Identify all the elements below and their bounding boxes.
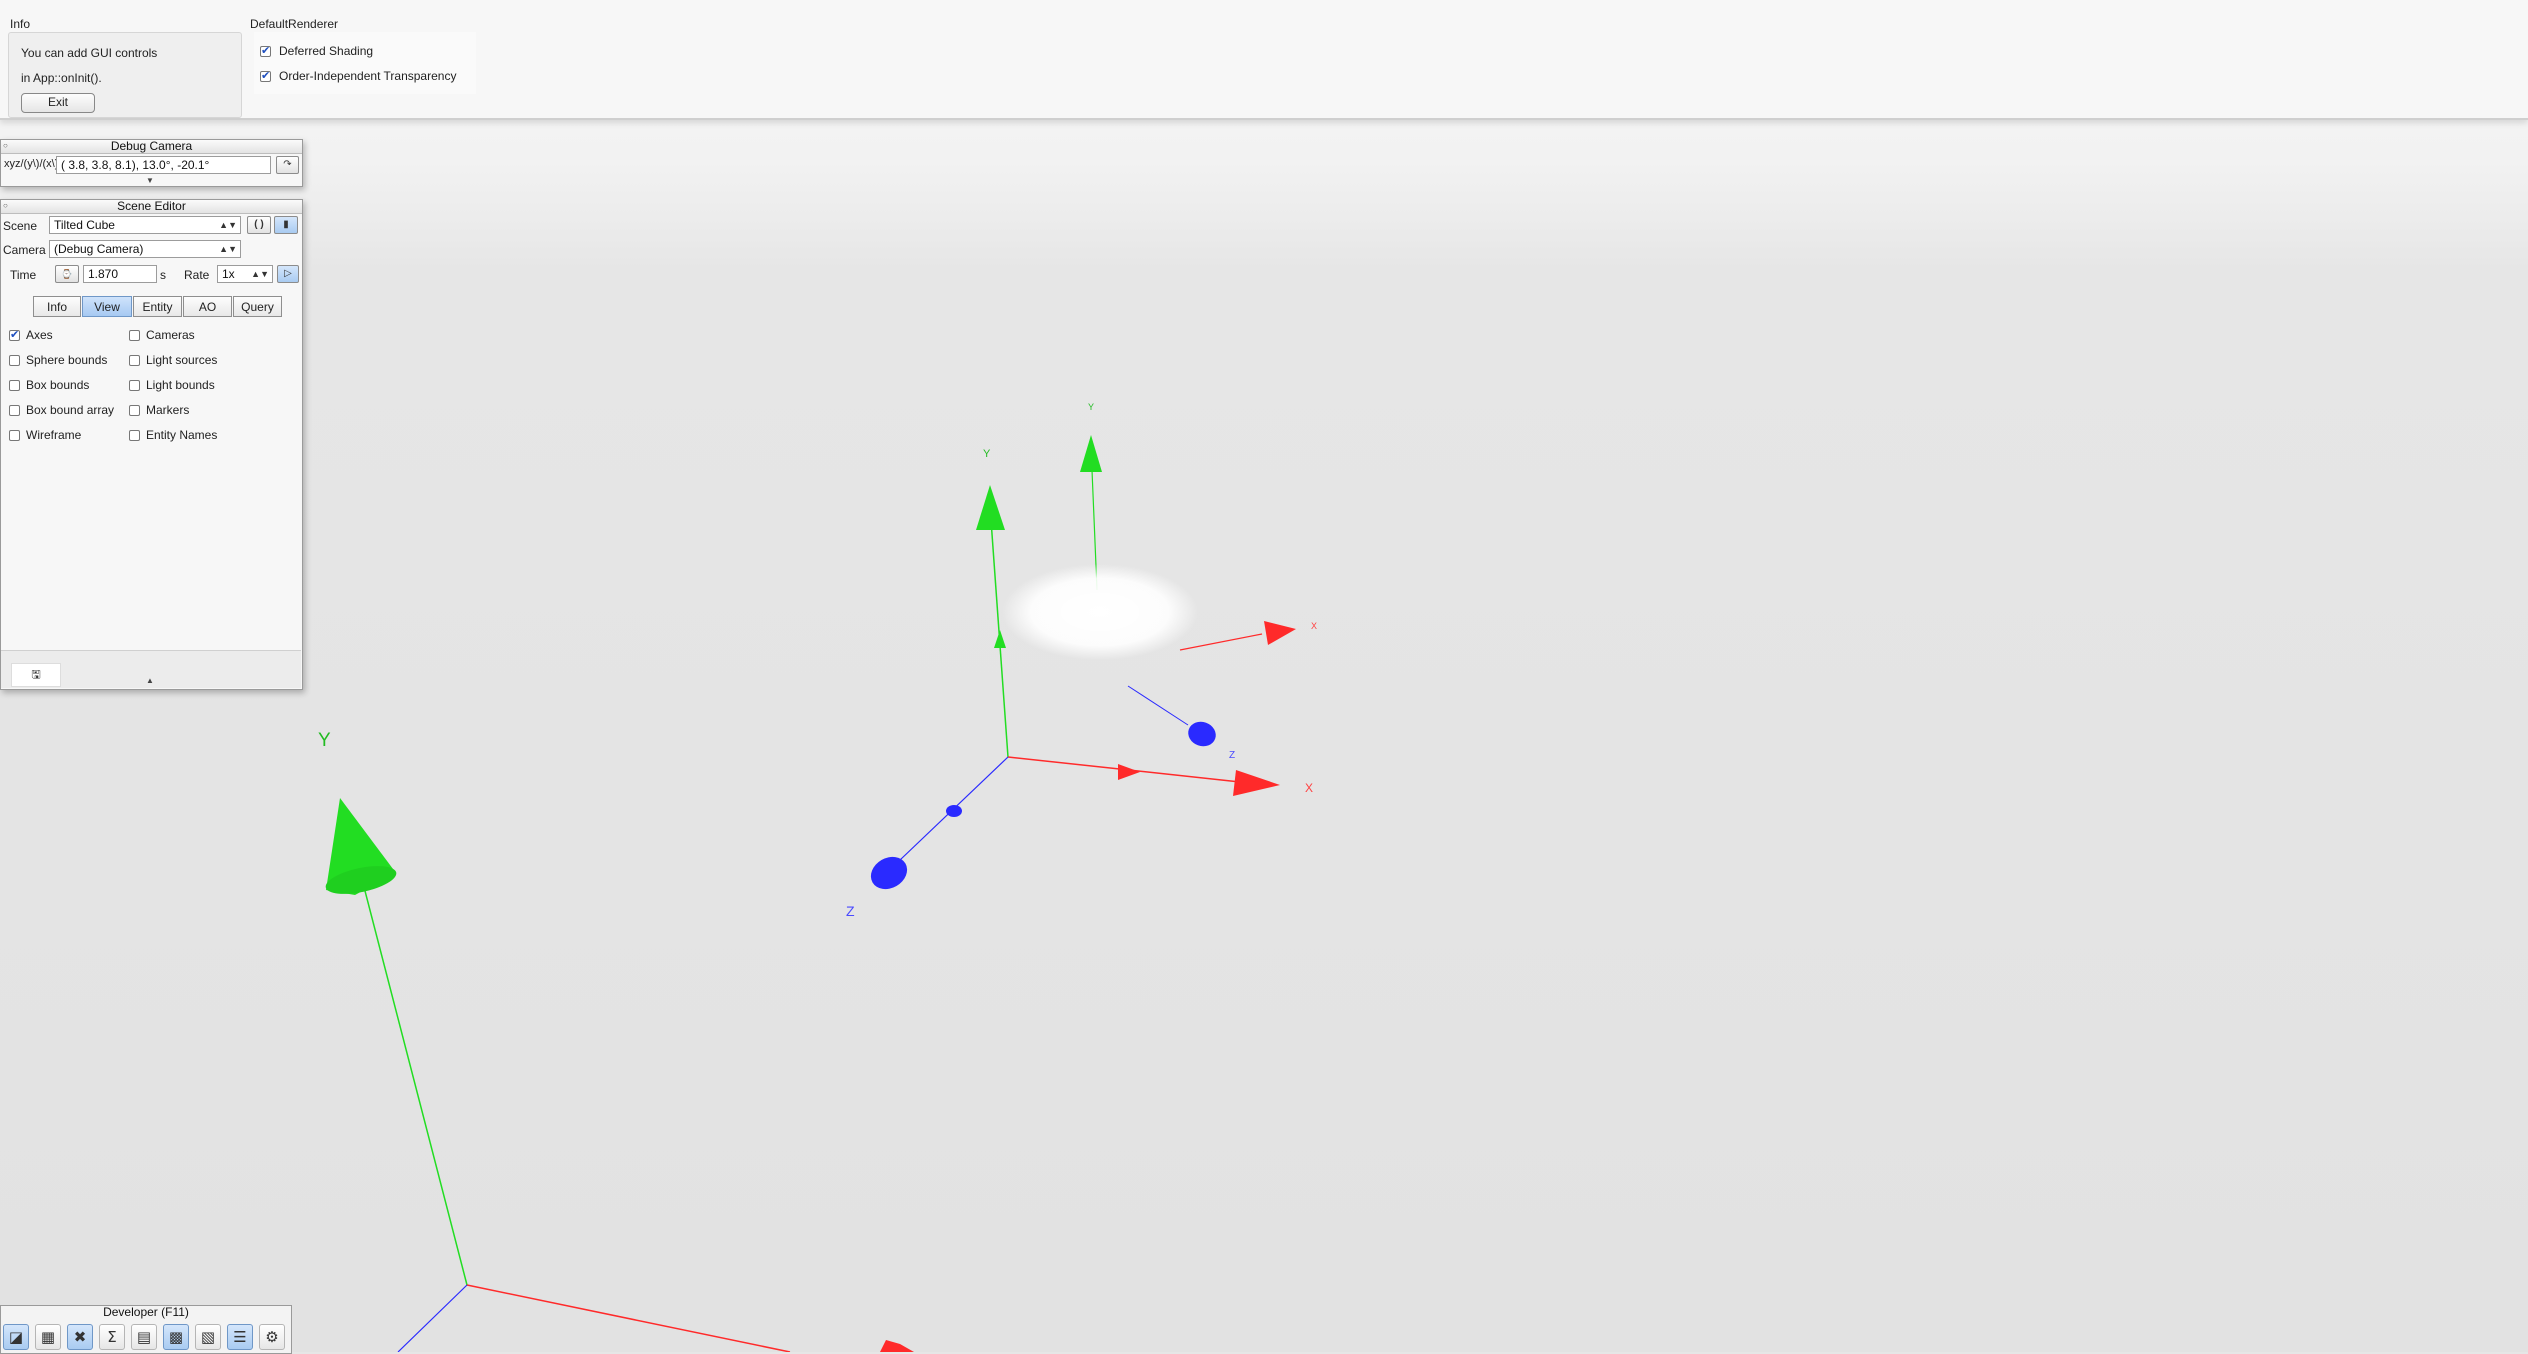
tab-ao[interactable]: AO	[183, 296, 232, 317]
exit-button[interactable]: Exit	[21, 93, 95, 113]
light-sources-label: Light sources	[146, 353, 218, 367]
world-y-label: Y	[318, 730, 331, 751]
rate-select[interactable]: 1x ▲▼	[217, 265, 273, 283]
axes-checkbox[interactable]	[9, 328, 20, 341]
scene-select-value: Tilted Cube	[54, 218, 115, 232]
camera-coords-field[interactable]: ( 3.8, 3.8, 8.1), 13.0°, -20.1°	[56, 156, 271, 174]
info-pane-title: Info	[10, 17, 31, 31]
save-scene-icon[interactable]: ▮	[274, 216, 298, 234]
developer-dock-title: Developer (F11)	[103, 1305, 189, 1319]
light-y-label: Y	[1088, 402, 1094, 412]
oit-label: Order-Independent Transparency	[279, 69, 457, 83]
light-z-label: Z	[1229, 750, 1235, 761]
scene-editor-title-text: Scene Editor	[117, 199, 186, 213]
tab-entity[interactable]: Entity	[133, 296, 182, 317]
collapse-arrow-icon[interactable]: ▼	[146, 176, 154, 185]
close-icon[interactable]: ○	[3, 199, 8, 212]
cube-x-label: X	[1305, 781, 1313, 795]
renderer-pane-title: DefaultRenderer	[250, 17, 339, 31]
camera-label: Camera	[3, 243, 46, 257]
timer-icon[interactable]: ⌚	[55, 265, 79, 283]
tab-info[interactable]: Info	[33, 296, 81, 317]
gui-top-strip: Info You can add GUI controls in App::on…	[0, 0, 2528, 120]
light-sources-checkbox[interactable]	[129, 355, 140, 366]
film-clapper-icon[interactable]: ▦	[35, 1324, 61, 1350]
sigma-icon[interactable]: Σ	[99, 1324, 125, 1350]
scene-editor-window[interactable]: ○ Scene Editor Scene Tilted Cube ▲▼ ( ) …	[0, 199, 303, 690]
box-bound-array-checkbox[interactable]	[9, 405, 20, 416]
camera-coords-label: xyz/(y\)/(x\)z	[4, 158, 64, 170]
markers-checkbox[interactable]	[129, 405, 140, 416]
oit-checkbox[interactable]	[260, 69, 271, 82]
time-label: Time	[10, 268, 37, 282]
scene-label: Scene	[3, 219, 38, 233]
light-x-label: X	[1311, 621, 1317, 631]
debug-camera-title-text: Debug Camera	[110, 139, 193, 153]
cameras-checkbox[interactable]	[129, 330, 140, 341]
scene-editor-title: ○ Scene Editor	[1, 200, 302, 214]
axes-label: Axes	[26, 328, 53, 342]
cube-y-label: Y	[983, 448, 991, 460]
camera-icon[interactable]: ◪	[3, 1324, 29, 1350]
light-bounds-label: Light bounds	[146, 378, 215, 392]
gear-icon[interactable]: ⚙	[259, 1324, 285, 1350]
world-axes: Y	[318, 730, 914, 1352]
scene-axes-drawing: Y Y X Z Y X Z	[318, 402, 1317, 1352]
sphere-bounds-checkbox[interactable]	[9, 355, 20, 366]
box-bounds-label: Box bounds	[26, 378, 90, 392]
bookmark-icon[interactable]: ↷	[276, 156, 299, 174]
save-icon[interactable]: 🖫	[11, 663, 61, 687]
markers-label: Markers	[146, 403, 190, 417]
cameras-label: Cameras	[146, 328, 195, 342]
collapse-arrow-icon[interactable]: ▲	[146, 676, 154, 685]
debug-camera-title: ○ Debug Camera	[1, 140, 302, 154]
info-pane: You can add GUI controls in App::onInit(…	[8, 32, 242, 118]
dropdown-icon: ▲▼	[219, 244, 237, 254]
camera-select[interactable]: (Debug Camera) ▲▼	[49, 240, 241, 258]
tab-view[interactable]: View	[82, 296, 132, 317]
time-field[interactable]: 1.870	[83, 265, 157, 283]
rate-label: Rate	[184, 268, 210, 282]
deferred-shading-label: Deferred Shading	[279, 44, 374, 58]
renderer-pane: Deferred Shading Order-Independent Trans…	[254, 32, 476, 94]
wireframe-label: Wireframe	[26, 428, 82, 442]
3d-viewport[interactable]: Y Y X Z Y X Z	[0, 0, 2528, 1352]
debug-camera-window[interactable]: ○ Debug Camera xyz/(y\)/(x\)z ( 3.8, 3.8…	[0, 139, 303, 187]
rate-select-value: 1x	[222, 267, 235, 281]
cube-z-label: Z	[846, 903, 855, 919]
info-text-line1: You can add GUI controls	[21, 46, 158, 60]
box-bound-array-label: Box bound array	[26, 403, 115, 417]
camera-select-value: (Debug Camera)	[54, 242, 144, 256]
scene-select[interactable]: Tilted Cube ▲▼	[49, 216, 241, 234]
developer-dock: Developer (F11) ◪ ▦ ✖ Σ ▤ ▩ ▧ ☰ ⚙	[0, 1305, 292, 1354]
close-icon[interactable]: ○	[3, 139, 8, 152]
texture-browser-icon[interactable]: ▩	[163, 1324, 189, 1350]
entity-names-label: Entity Names	[146, 428, 218, 442]
tools-icon[interactable]: ✖	[67, 1324, 93, 1350]
tab-query[interactable]: Query	[233, 296, 282, 317]
wireframe-checkbox[interactable]	[9, 430, 20, 441]
console-icon[interactable]: ▧	[195, 1324, 221, 1350]
entity-names-checkbox[interactable]	[129, 430, 140, 441]
window-icon[interactable]: ▤	[131, 1324, 157, 1350]
box-bounds-checkbox[interactable]	[9, 380, 20, 391]
play-icon[interactable]: ▷	[277, 265, 299, 283]
light-bounds-checkbox[interactable]	[129, 380, 140, 391]
log-icon[interactable]: ☰	[227, 1324, 253, 1350]
sphere-bounds-label: Sphere bounds	[26, 353, 108, 367]
reload-scene-button[interactable]: ( )	[247, 216, 271, 234]
info-text-line2: in App::onInit().	[21, 71, 102, 85]
cube-axes: Y X Z	[846, 448, 1313, 919]
dropdown-icon: ▲▼	[219, 220, 237, 230]
glowing-cube	[1002, 564, 1198, 660]
deferred-shading-checkbox[interactable]	[260, 44, 271, 57]
time-unit: s	[160, 268, 166, 282]
dropdown-icon: ▲▼	[251, 269, 269, 279]
